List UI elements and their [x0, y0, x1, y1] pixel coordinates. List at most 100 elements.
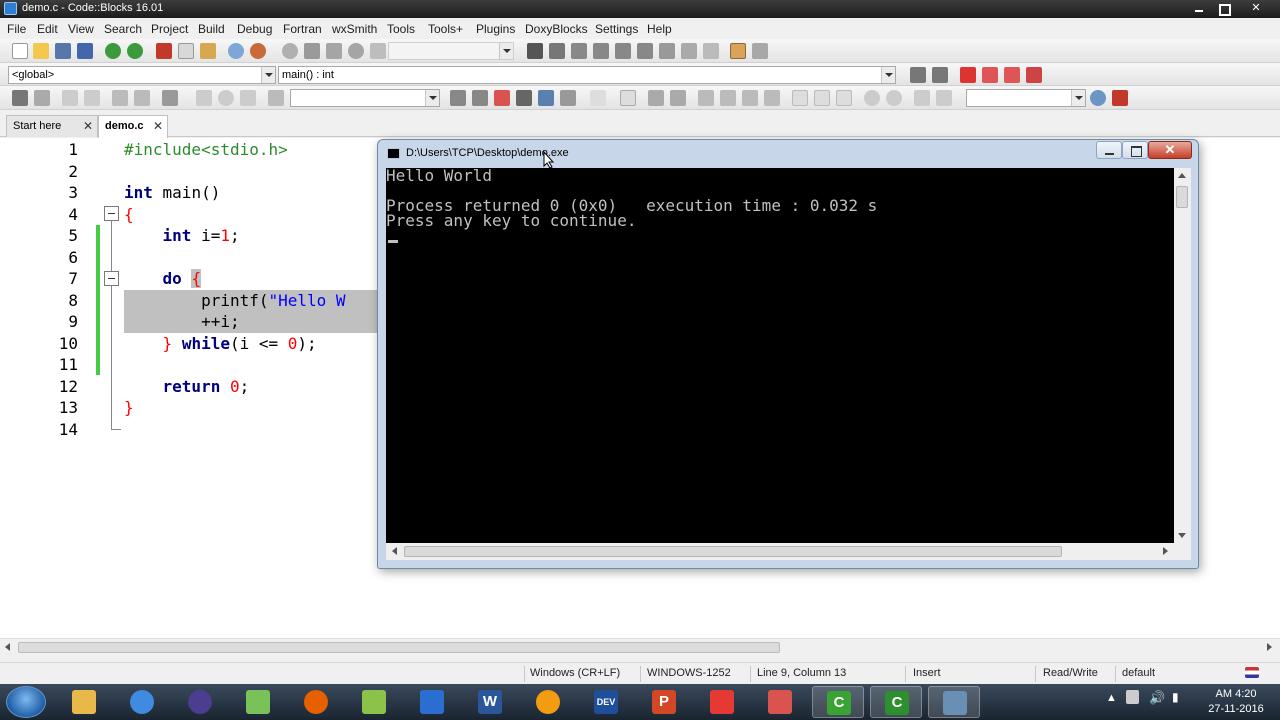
wx-panel-icon[interactable] [648, 90, 664, 106]
regex-icon[interactable] [560, 90, 576, 106]
scrollbar-thumb[interactable] [404, 546, 1062, 557]
save-all-icon[interactable] [77, 43, 93, 59]
fold-toggle-icon[interactable] [104, 206, 119, 221]
new-file-icon[interactable] [12, 43, 28, 59]
taskbar-app-snipping-tool[interactable] [754, 686, 806, 718]
resize-grip[interactable] [1174, 543, 1191, 560]
menu-search[interactable]: Search [104, 22, 142, 36]
rebuild-icon[interactable] [348, 43, 364, 59]
c-icon[interactable] [936, 90, 952, 106]
taskbar-app-codeblocks-2[interactable]: C [870, 686, 922, 718]
console-output-area[interactable]: Hello World Process returned 0 (0x0) exe… [386, 168, 1174, 543]
taskbar-app-dolphin[interactable] [406, 686, 458, 718]
console-minimize-button[interactable] [1096, 141, 1122, 159]
debug-start-icon[interactable] [527, 43, 543, 59]
search-next-icon[interactable] [472, 90, 488, 106]
step-instruction-icon[interactable] [659, 43, 675, 59]
box2-icon[interactable] [814, 90, 830, 106]
search-prev-icon[interactable] [450, 90, 466, 106]
find-icon[interactable] [228, 43, 244, 59]
match-case-icon[interactable] [538, 90, 554, 106]
console-maximize-button[interactable] [1122, 141, 1148, 159]
doxy-config-icon[interactable] [162, 90, 178, 106]
zoom-in-icon[interactable] [864, 90, 880, 106]
close-tab-icon[interactable]: ✕ [153, 119, 163, 133]
uncomment-icon[interactable] [84, 90, 100, 106]
scrollbar-thumb[interactable] [18, 642, 780, 653]
debug-gear-icon[interactable] [12, 90, 28, 106]
redo-icon[interactable] [127, 43, 143, 59]
debug-info-icon[interactable] [752, 43, 768, 59]
taskbar-app-media-player[interactable] [522, 686, 574, 718]
comment-icon[interactable] [62, 90, 78, 106]
taskbar-app-notepad-plus[interactable] [348, 686, 400, 718]
taskbar-app-dev-cpp[interactable]: DEV [580, 686, 632, 718]
cut-icon[interactable] [156, 43, 172, 59]
search-mode-icon[interactable] [268, 90, 284, 106]
scroll-up-icon[interactable] [1178, 173, 1186, 178]
doxy-line-icon[interactable] [134, 90, 150, 106]
menu-debug[interactable]: Debug [237, 22, 272, 36]
menu-build[interactable]: Build [198, 22, 225, 36]
incremental-search-input[interactable] [290, 89, 440, 107]
menu-fortran[interactable]: Fortran [283, 22, 322, 36]
taskbar-app-explorer[interactable] [58, 686, 110, 718]
menu-settings[interactable]: Settings [595, 22, 638, 36]
taskbar-app-console-app[interactable] [928, 686, 980, 718]
scroll-right-icon[interactable] [1267, 643, 1272, 651]
align-right-icon[interactable] [742, 90, 758, 106]
zoom-out-icon[interactable] [886, 90, 902, 106]
console-close-button[interactable]: ✕ [1148, 141, 1192, 159]
console-horizontal-scrollbar[interactable] [386, 543, 1174, 560]
taskbar-app-powerpoint[interactable]: P [638, 686, 690, 718]
volume-icon[interactable]: 🔊 [1149, 690, 1165, 706]
close-tab-icon[interactable]: ✕ [83, 119, 93, 133]
tab-start-here[interactable]: Start here ✕ [6, 115, 98, 137]
tab-demo-c[interactable]: demo.c ✕ [98, 115, 168, 138]
align-left-icon[interactable] [698, 90, 714, 106]
scroll-right-icon[interactable] [1163, 547, 1168, 555]
bookmark-toggle-icon[interactable] [960, 67, 976, 83]
taskbar-app-word[interactable]: W [464, 686, 516, 718]
taskbar-app-eclipse[interactable] [174, 686, 226, 718]
fold-toggle-icon[interactable] [104, 271, 119, 286]
debug-windows-icon[interactable] [730, 43, 746, 59]
selection-only-icon[interactable] [516, 90, 532, 106]
save-icon[interactable] [55, 43, 71, 59]
menu-plugins[interactable]: Plugins [476, 22, 515, 36]
pause-icon[interactable] [681, 43, 697, 59]
step-into-icon[interactable] [593, 43, 609, 59]
jump-forward-icon[interactable] [932, 67, 948, 83]
function-select[interactable]: main() : int [278, 66, 896, 84]
menu-project[interactable]: Project [151, 22, 188, 36]
scroll-down-icon[interactable] [1178, 533, 1186, 538]
highlight-icon[interactable] [494, 90, 510, 106]
scroll-left-icon[interactable] [392, 547, 397, 555]
taskbar-app-android-studio[interactable] [232, 686, 284, 718]
taskbar-app-chrome[interactable] [116, 686, 168, 718]
next-instruction-icon[interactable] [637, 43, 653, 59]
step-out-icon[interactable] [615, 43, 631, 59]
prev-icon[interactable] [196, 90, 212, 106]
align-justify-icon[interactable] [764, 90, 780, 106]
action-center-icon[interactable] [1126, 690, 1139, 704]
menu-edit[interactable]: Edit [37, 22, 58, 36]
close-button[interactable]: ✕ [1236, 0, 1276, 17]
symbol-search-input[interactable] [966, 89, 1086, 107]
box-icon[interactable] [792, 90, 808, 106]
scroll-left-icon[interactable] [5, 643, 10, 651]
network-icon[interactable]: ▮ [1172, 690, 1179, 704]
editor-horizontal-scrollbar[interactable] [0, 638, 1280, 655]
next-icon[interactable] [240, 90, 256, 106]
console-title-bar[interactable]: D:\Users\TCP\Desktop\demo.exe ✕ [378, 140, 1198, 168]
run-to-cursor-icon[interactable] [549, 43, 565, 59]
copy-icon[interactable] [178, 43, 194, 59]
box3-icon[interactable] [836, 90, 852, 106]
maximize-button[interactable] [1210, 0, 1236, 17]
bookmark-next-icon[interactable] [1004, 67, 1020, 83]
minimize-button[interactable] [1186, 0, 1212, 17]
wx-dialog-icon[interactable] [670, 90, 686, 106]
align-center-icon[interactable] [720, 90, 736, 106]
menu-view[interactable]: View [68, 22, 94, 36]
build-target-select[interactable] [388, 42, 514, 60]
